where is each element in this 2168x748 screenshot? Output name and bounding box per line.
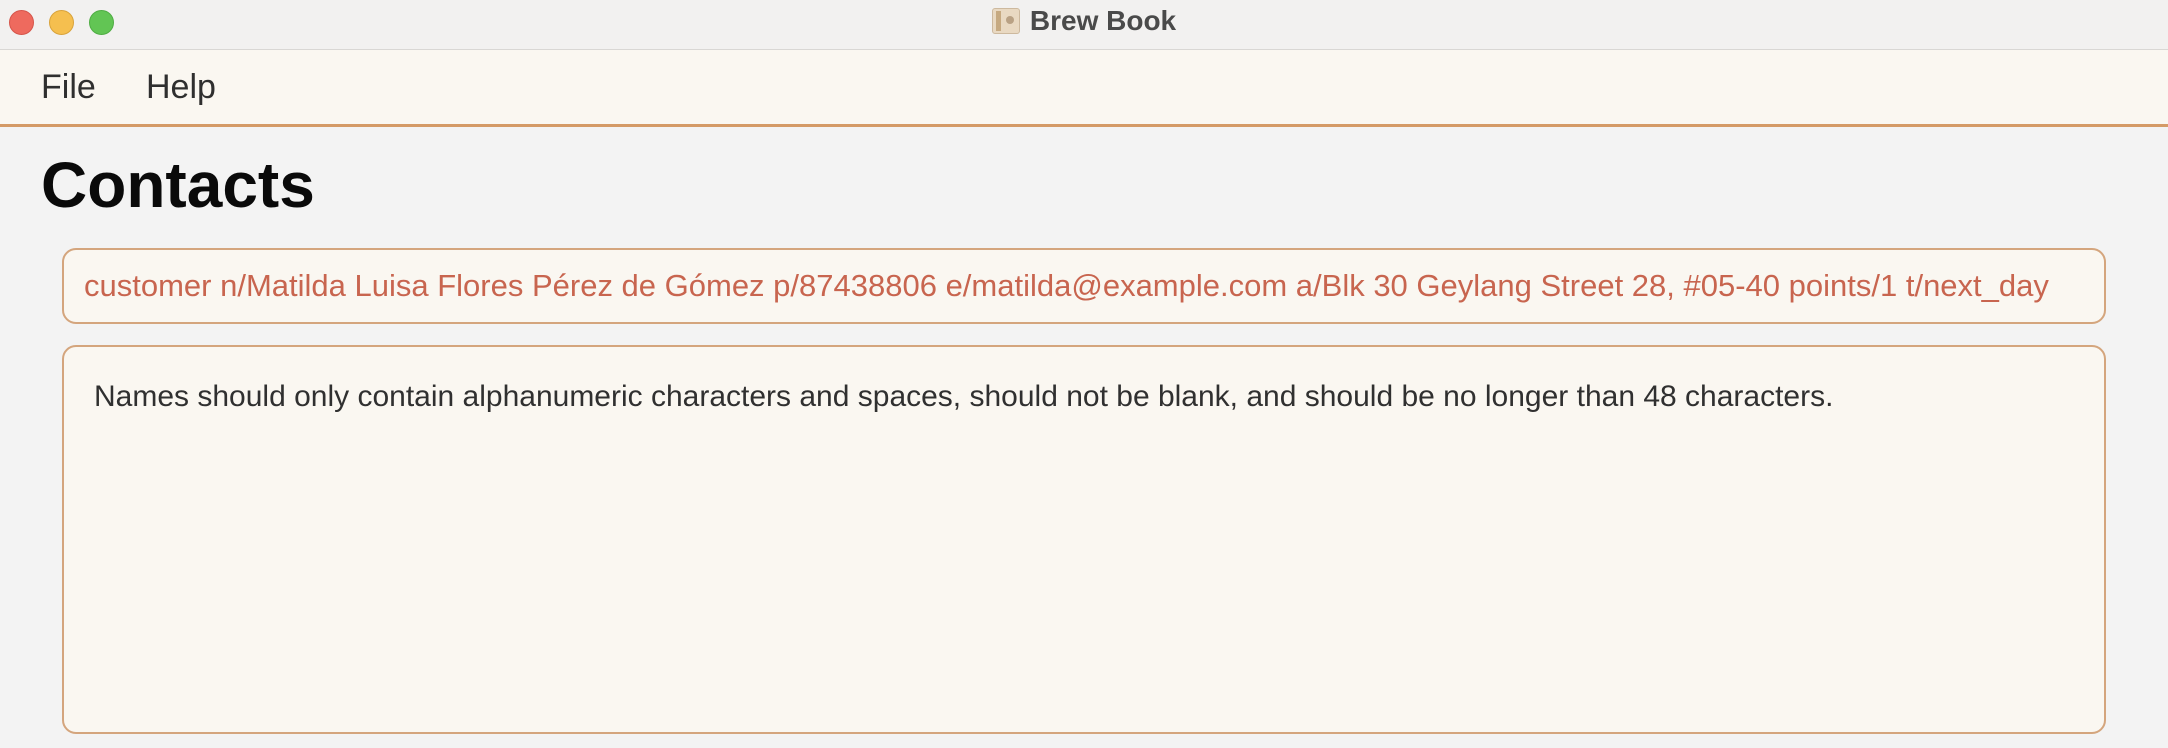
result-display: Names should only contain alphanumeric c… xyxy=(62,345,2106,734)
title-bar: Brew Book xyxy=(0,0,2168,50)
page-title: Contacts xyxy=(41,149,315,221)
command-box[interactable] xyxy=(62,248,2106,324)
app-icon xyxy=(991,8,1020,34)
window-title: Brew Book xyxy=(1029,5,1177,36)
menu-help[interactable]: Help xyxy=(146,68,216,107)
menu-bar: File Help xyxy=(0,50,2168,127)
result-message: Names should only contain alphanumeric c… xyxy=(94,380,1834,413)
menu-file[interactable]: File xyxy=(41,68,96,107)
command-input[interactable] xyxy=(84,268,2084,304)
window-title-group: Brew Book xyxy=(0,0,2168,42)
